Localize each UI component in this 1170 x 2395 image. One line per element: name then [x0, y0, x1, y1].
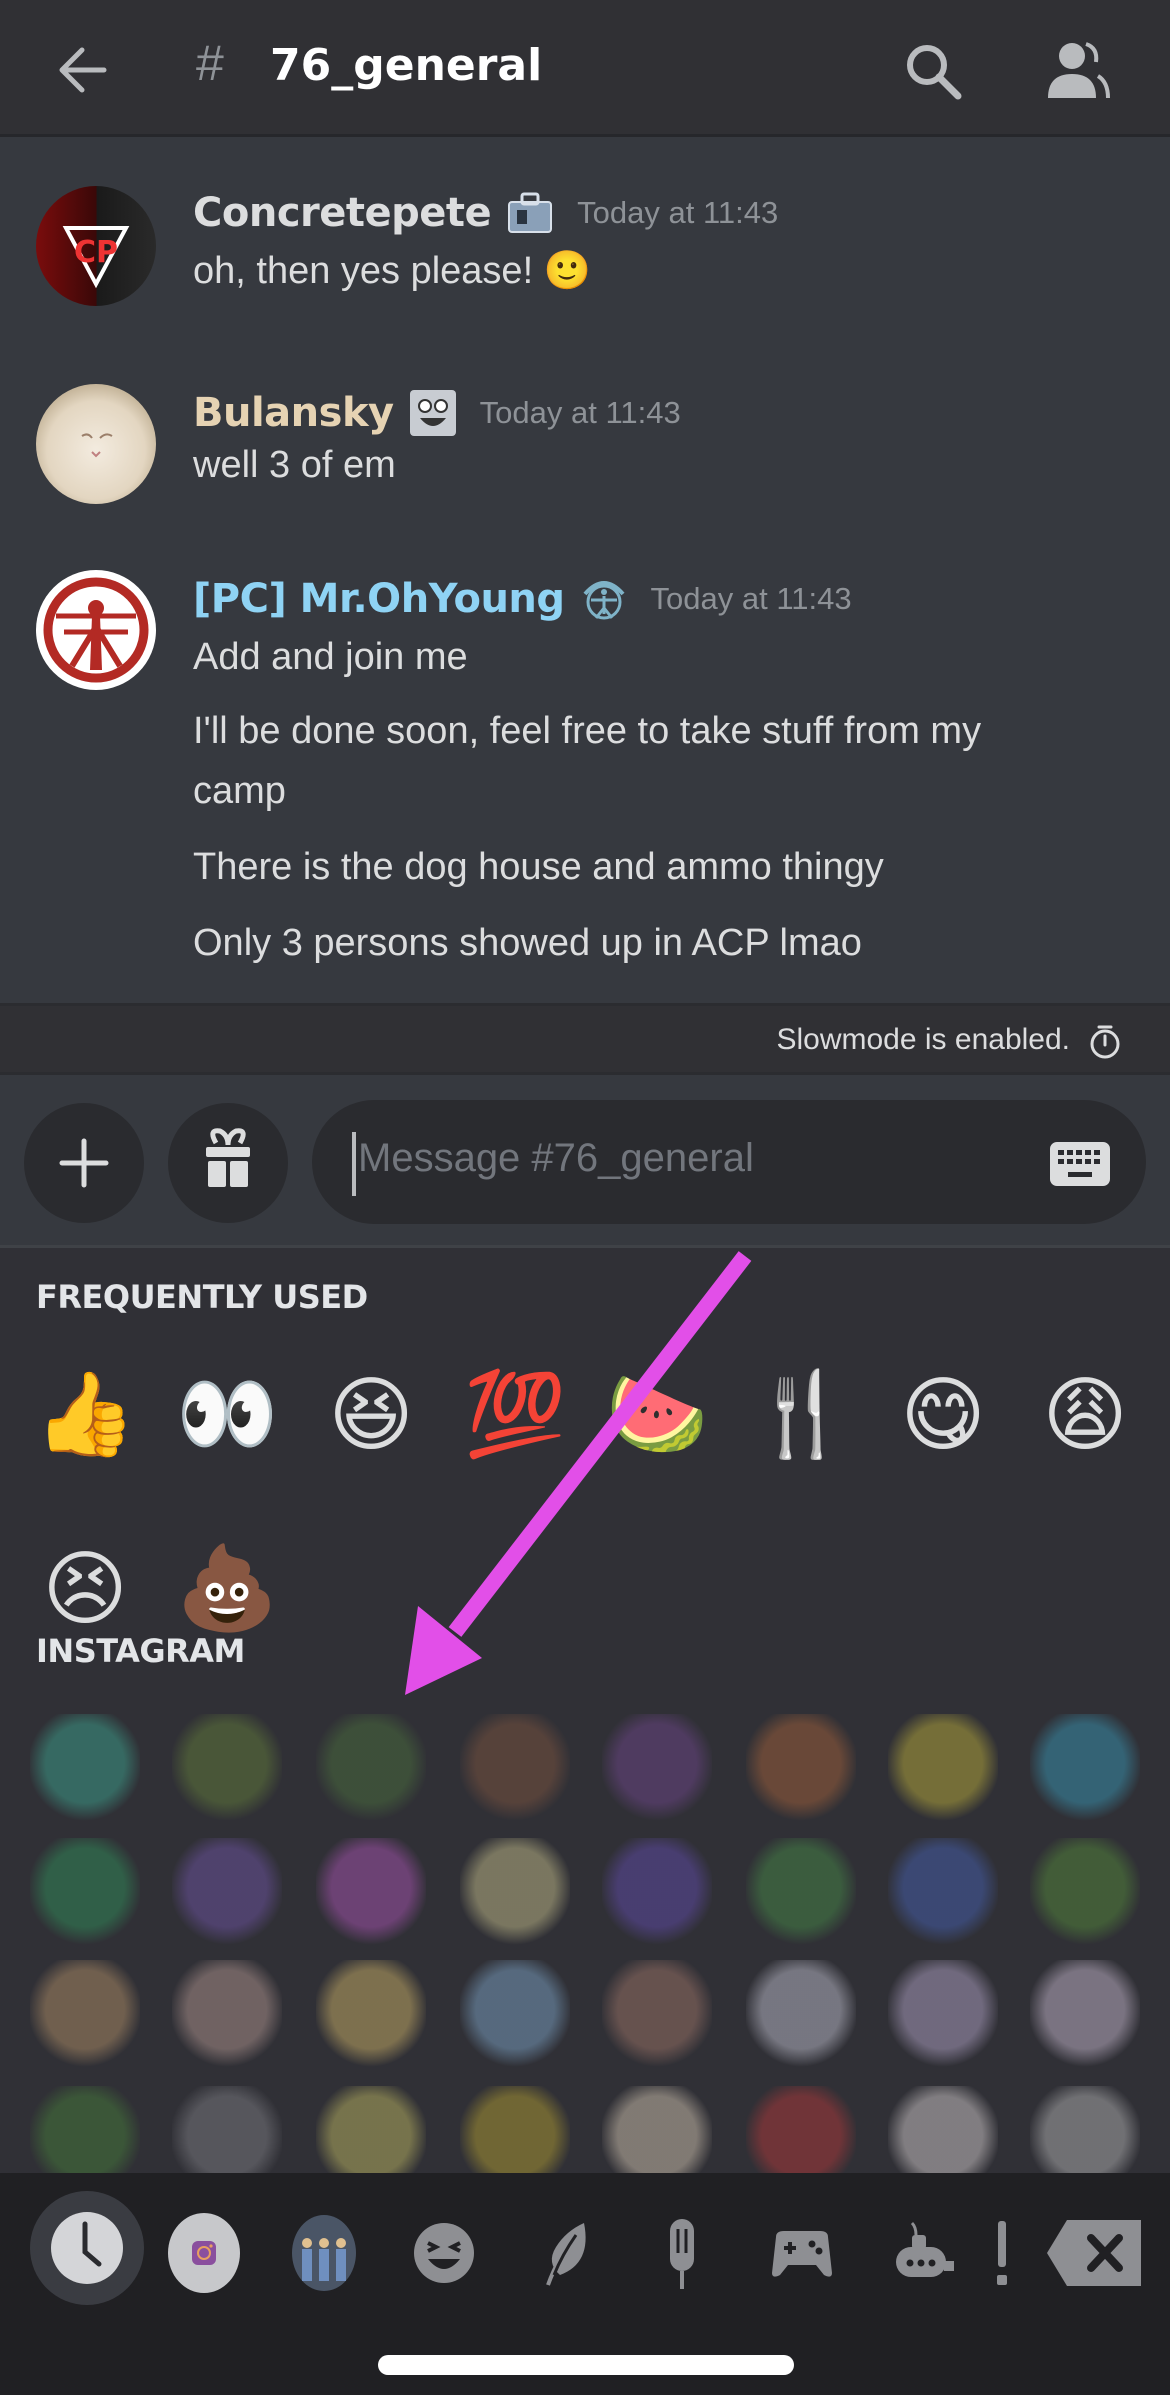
- server-avatar-icon: [292, 2215, 356, 2291]
- tab-activities[interactable]: [752, 2203, 852, 2303]
- gift-button[interactable]: [168, 1103, 288, 1223]
- exclamation-icon: [997, 2221, 1007, 2285]
- tab-people[interactable]: [394, 2203, 494, 2303]
- channel-title: 76_general: [270, 40, 543, 91]
- backspace-button[interactable]: [1040, 2203, 1150, 2303]
- message-text: camp: [193, 770, 286, 812]
- message-text: oh, then yes please! 🙂: [193, 250, 591, 292]
- custom-emoji-purple-star[interactable]: [602, 1838, 712, 1948]
- slowmode-bar: Slowmode is enabled.: [0, 1003, 1170, 1075]
- message-author[interactable]: Bulansky: [193, 390, 394, 436]
- instagram-icon: [168, 2213, 240, 2293]
- custom-emoji-spotify[interactable]: [30, 1838, 140, 1948]
- attach-button[interactable]: [24, 1103, 144, 1223]
- message-author[interactable]: Concretepete: [193, 190, 492, 236]
- emoji-item[interactable]: 😆: [316, 1360, 426, 1470]
- smiley-icon: [414, 2223, 474, 2283]
- tab-recent[interactable]: [30, 2191, 144, 2305]
- emoji-item[interactable]: 👍: [30, 1360, 140, 1470]
- message-author[interactable]: [PC] Mr.OhYoung: [193, 576, 565, 622]
- channel-hash-icon: #: [196, 35, 224, 91]
- custom-emoji-wizard-anime[interactable]: [888, 1838, 998, 1948]
- custom-emoji-anime-girl-4[interactable]: [460, 1960, 570, 2070]
- message-text: There is the dog house and ammo thingy: [193, 846, 884, 888]
- emoji-item[interactable]: 💯: [460, 1360, 570, 1470]
- message-composer: Message #76_general: [0, 1075, 1170, 1248]
- emoji-picker[interactable]: FREQUENTLY USED 👍 👀 😆 💯 🍉 🍴 😋 😩 😣 💩 INSTAGRAM: [0, 1248, 1170, 2196]
- text-caret: [352, 1132, 356, 1196]
- keyboard-icon[interactable]: [1050, 1142, 1110, 1186]
- custom-emoji-pepe[interactable]: [746, 1838, 856, 1948]
- custom-emoji-twitch[interactable]: [172, 1838, 282, 1948]
- slowmode-text: Slowmode is enabled.: [776, 1023, 1070, 1056]
- custom-emoji-anime-girl-2[interactable]: [172, 1960, 282, 2070]
- popsicle-icon: [670, 2219, 694, 2289]
- avatar[interactable]: CP: [36, 186, 156, 306]
- svg-text:CP: CP: [74, 235, 118, 270]
- vitruvian-badge-icon: [583, 581, 625, 620]
- smiley-badge-icon: [409, 390, 456, 436]
- emoji-item[interactable]: 👀: [172, 1360, 282, 1470]
- custom-emoji-pikachu[interactable]: [888, 1714, 998, 1824]
- clock-icon: [51, 2212, 123, 2284]
- message-timestamp: Today at 11:43: [650, 581, 852, 616]
- message-text: Only 3 persons showed up in ACP lmao: [193, 922, 862, 964]
- message-input[interactable]: Message #76_general: [312, 1100, 1146, 1224]
- emoji-item[interactable]: 😣: [30, 1534, 140, 1644]
- tab-symbols[interactable]: [972, 2203, 1032, 2303]
- home-indicator[interactable]: [378, 2355, 794, 2375]
- channel-header: # 76_general: [0, 0, 1170, 137]
- message-text: I'll be done soon, feel free to take stu…: [193, 710, 982, 752]
- tab-instagram[interactable]: [154, 2203, 254, 2303]
- custom-emoji-pepe-hug[interactable]: [316, 1714, 426, 1824]
- avatar[interactable]: [36, 570, 156, 690]
- tab-server[interactable]: [274, 2203, 374, 2303]
- members-icon[interactable]: [1044, 38, 1110, 104]
- gamepad-icon: [772, 2231, 832, 2277]
- message-input-placeholder: Message #76_general: [358, 1136, 754, 1180]
- tab-travel[interactable]: [872, 2203, 972, 2303]
- search-icon[interactable]: [902, 40, 964, 102]
- avatar[interactable]: [36, 384, 156, 504]
- custom-emoji-pepe-king[interactable]: [172, 1714, 282, 1824]
- timer-icon: [1090, 1025, 1120, 1059]
- custom-emoji-anime-girl-5[interactable]: [602, 1960, 712, 2070]
- emoji-item[interactable]: 💩: [172, 1534, 282, 1644]
- message-list[interactable]: CP Concretepete Today at 11:43 oh, then …: [0, 140, 1170, 1003]
- message-timestamp: Today at 11:43: [577, 195, 779, 230]
- briefcase-badge-icon: [508, 192, 553, 233]
- custom-emoji-welcome[interactable]: [1030, 1714, 1140, 1824]
- gift-icon: [206, 1128, 250, 1187]
- message-text: Add and join me: [193, 636, 468, 678]
- custom-emoji-anime-girl-1[interactable]: [30, 1960, 140, 2070]
- custom-emoji-anime-girl-3[interactable]: [316, 1960, 426, 2070]
- custom-emoji-anime-girl-8[interactable]: [1030, 1960, 1140, 2070]
- custom-emoji-level-up[interactable]: [746, 1714, 856, 1824]
- leaf-icon: [546, 2223, 586, 2286]
- message-text: well 3 of em: [193, 444, 396, 486]
- custom-emoji-diamond-logo[interactable]: [30, 1714, 140, 1824]
- custom-emoji-anime-girl-7[interactable]: [888, 1960, 998, 2070]
- emoji-item[interactable]: 😩: [1030, 1360, 1140, 1470]
- custom-emoji-face-closeup[interactable]: [460, 1714, 570, 1824]
- emoji-item[interactable]: 🍉: [602, 1360, 712, 1470]
- tab-food[interactable]: [632, 2203, 732, 2303]
- tab-nature[interactable]: [516, 2203, 616, 2303]
- custom-emoji-potion[interactable]: [602, 1714, 712, 1824]
- custom-emoji-star[interactable]: [460, 1838, 570, 1948]
- section-title-frequently-used: FREQUENTLY USED: [36, 1278, 368, 1316]
- section-title-instagram: INSTAGRAM: [36, 1632, 245, 1670]
- custom-emoji-tree[interactable]: [1030, 1838, 1140, 1948]
- plus-icon: [59, 1138, 109, 1188]
- arrow-left-icon[interactable]: [52, 40, 112, 100]
- submarine-icon: [896, 2221, 954, 2277]
- custom-emoji-anime-girl-6[interactable]: [746, 1960, 856, 2070]
- emoji-item[interactable]: 🍴: [746, 1360, 856, 1470]
- custom-emoji-exclamation[interactable]: [316, 1838, 426, 1948]
- emoji-item[interactable]: 😋: [888, 1360, 998, 1470]
- message-timestamp: Today at 11:43: [479, 395, 681, 430]
- backspace-icon: [1047, 2220, 1141, 2286]
